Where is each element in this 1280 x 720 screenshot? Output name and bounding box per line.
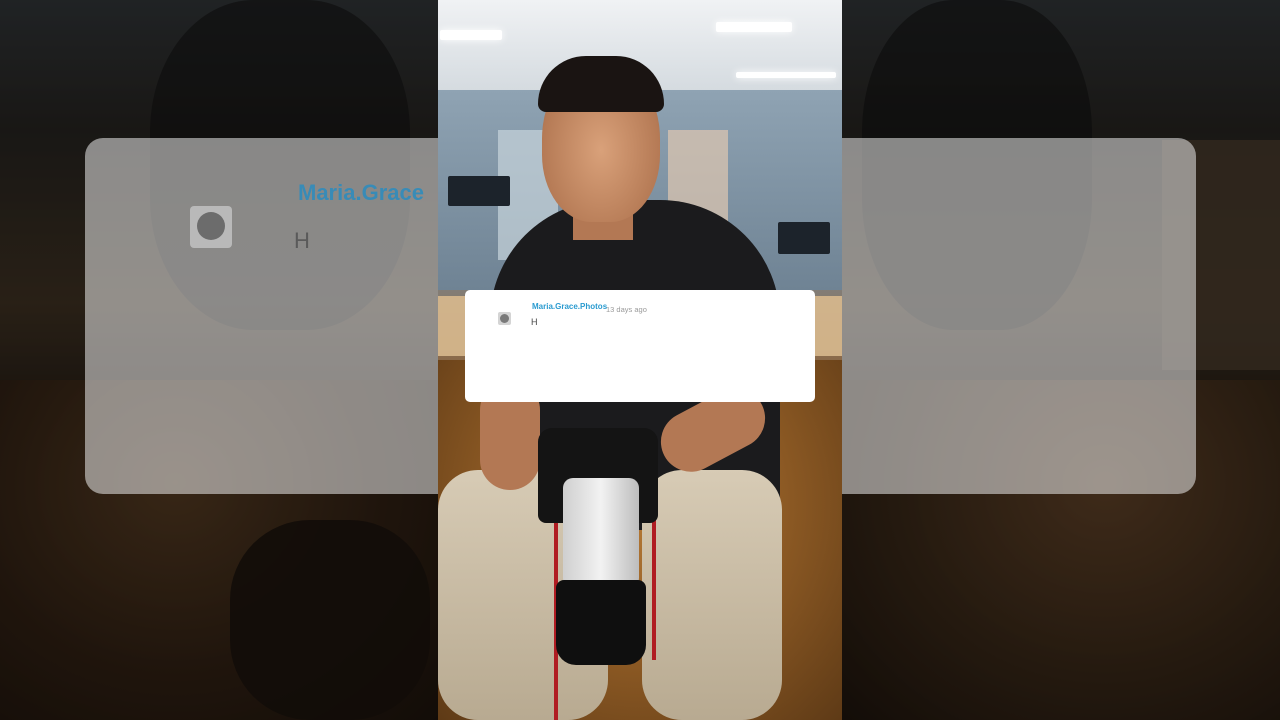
lens-hood	[556, 580, 646, 665]
camera-lens	[563, 478, 639, 588]
comment-card[interactable]: Maria.Grace.Photos 13 days ago H	[465, 290, 815, 402]
default-avatar-icon[interactable]	[498, 312, 511, 325]
ceiling-light	[716, 22, 792, 32]
right-leg	[642, 470, 782, 720]
office-monitor	[448, 176, 510, 206]
comment-timestamp: 13 days ago	[606, 305, 647, 314]
ghost-comment-text: H	[294, 228, 310, 253]
comment-text: H	[531, 317, 538, 327]
camera-strap	[652, 520, 656, 660]
ghost-username: Maria.Grace	[298, 180, 424, 205]
comment-username[interactable]: Maria.Grace.Photos	[532, 302, 607, 311]
ceiling-light	[736, 72, 836, 78]
blurred-camera	[230, 520, 430, 720]
ghost-avatar-icon	[190, 206, 232, 248]
ceiling-light	[440, 30, 502, 40]
office-monitor	[778, 222, 830, 254]
